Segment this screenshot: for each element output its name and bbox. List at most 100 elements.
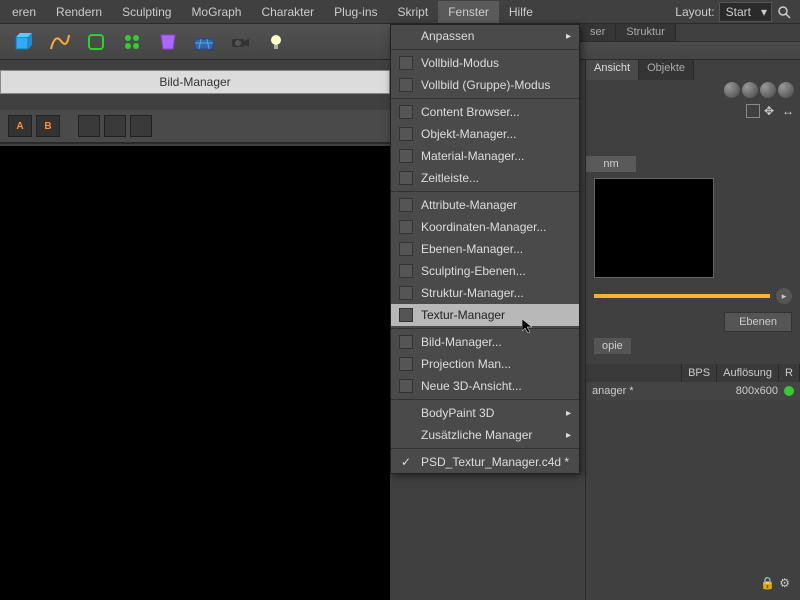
dd-koordinaten-manager[interactable]: Koordinaten-Manager...	[391, 216, 579, 238]
dd-label: Zusätzliche Manager	[421, 428, 532, 442]
layers-icon	[399, 242, 413, 256]
menu-item-sculpting[interactable]: Sculpting	[112, 1, 181, 23]
dd-projection-man[interactable]: Projection Man...	[391, 353, 579, 375]
attribute-icon	[399, 198, 413, 212]
layout-area: Layout: Start	[675, 2, 798, 22]
dd-objekt-manager[interactable]: Objekt-Manager...	[391, 123, 579, 145]
dd-sep	[391, 448, 579, 449]
dd-sep	[391, 328, 579, 329]
b-button[interactable]: B	[36, 115, 60, 137]
row-name: anager *	[586, 382, 724, 400]
menu-item-skript[interactable]: Skript	[388, 1, 439, 23]
preview-box[interactable]	[594, 178, 714, 278]
deformer-tool-icon[interactable]	[154, 28, 182, 56]
channel-icon[interactable]	[104, 115, 126, 137]
dd-sep	[391, 49, 579, 50]
menu-item-hilfe[interactable]: Hilfe	[499, 1, 543, 23]
menu-item-rendern[interactable]: Rendern	[46, 1, 112, 23]
slider-play-icon[interactable]: ▸	[776, 288, 792, 304]
upper-right-tabs: ser Struktur	[580, 24, 800, 42]
sphere-icon[interactable]	[778, 82, 794, 98]
th-bps[interactable]: BPS	[682, 364, 717, 382]
lock-icon[interactable]: 🔒	[760, 576, 775, 590]
a-button[interactable]: A	[8, 115, 32, 137]
dd-anpassen[interactable]: Anpassen	[391, 25, 579, 47]
panel-tool-icons: ✥ ↔	[586, 100, 800, 122]
nurbs-tool-icon[interactable]	[82, 28, 110, 56]
dd-label: Neue 3D-Ansicht...	[421, 379, 522, 393]
dd-material-manager[interactable]: Material-Manager...	[391, 145, 579, 167]
bild-manager-title: Bild-Manager	[0, 70, 390, 94]
dd-textur-manager[interactable]: Textur-Manager	[391, 304, 579, 326]
ebenen-button[interactable]: Ebenen	[724, 312, 792, 332]
cube-tool-icon[interactable]	[10, 28, 38, 56]
dd-ebenen-manager[interactable]: Ebenen-Manager...	[391, 238, 579, 260]
dd-sep	[391, 98, 579, 99]
sphere-icon[interactable]	[724, 82, 740, 98]
dd-zusaetzliche[interactable]: Zusätzliche Manager	[391, 424, 579, 446]
tab-struktur[interactable]: Struktur	[616, 24, 676, 41]
layout-select[interactable]: Start	[719, 2, 772, 22]
structure-icon	[399, 286, 413, 300]
layers-icon[interactable]	[130, 115, 152, 137]
spline-tool-icon[interactable]	[46, 28, 74, 56]
slider-track[interactable]	[594, 294, 770, 298]
menu-item-fenster[interactable]: Fenster	[438, 1, 499, 23]
texture-icon	[399, 308, 413, 322]
th-name[interactable]	[586, 364, 682, 382]
dd-struktur-manager[interactable]: Struktur-Manager...	[391, 282, 579, 304]
move-icon[interactable]: ✥	[764, 104, 778, 118]
th-aufloesung[interactable]: Auflösung	[717, 364, 779, 382]
slider-row: ▸	[586, 284, 800, 308]
histogram-icon[interactable]	[78, 115, 100, 137]
dd-bild-manager[interactable]: Bild-Manager...	[391, 331, 579, 353]
camera-tool-icon[interactable]	[226, 28, 254, 56]
dd-content-browser[interactable]: Content Browser...	[391, 101, 579, 123]
dd-sep	[391, 399, 579, 400]
dd-attribute-manager[interactable]: Attribute-Manager	[391, 194, 579, 216]
gear-icon[interactable]: ⚙	[779, 576, 790, 590]
viewport[interactable]	[0, 146, 390, 600]
th-r[interactable]: R	[779, 364, 800, 382]
dd-vollbild[interactable]: Vollbild-Modus	[391, 52, 579, 74]
dd-neue-3d-ansicht[interactable]: Neue 3D-Ansicht...	[391, 375, 579, 397]
dd-bodypaint[interactable]: BodyPaint 3D	[391, 402, 579, 424]
fullscreen-group-icon	[399, 78, 413, 92]
layout-label: Layout:	[675, 5, 714, 19]
arrow-icon[interactable]: ↔	[782, 104, 796, 118]
light-tool-icon[interactable]	[262, 28, 290, 56]
dd-zeitleiste[interactable]: Zeitleiste...	[391, 167, 579, 189]
search-icon[interactable]	[776, 4, 792, 20]
menubar: eren Rendern Sculpting MoGraph Charakter…	[0, 0, 800, 24]
dd-label: Struktur-Manager...	[421, 286, 524, 300]
dd-label: Objekt-Manager...	[421, 127, 516, 141]
sphere-icon[interactable]	[760, 82, 776, 98]
dd-vollbild-gruppe[interactable]: Vollbild (Gruppe)-Modus	[391, 74, 579, 96]
dd-document[interactable]: ✓PSD_Textur_Manager.c4d *	[391, 451, 579, 473]
menu-item-plugins[interactable]: Plug-ins	[324, 1, 387, 23]
dd-label: Attribute-Manager	[421, 198, 517, 212]
sphere-icon[interactable]	[742, 82, 758, 98]
status-dot-icon	[784, 386, 794, 396]
tab-ansicht[interactable]: Ansicht	[586, 60, 639, 80]
dd-label: Vollbild (Gruppe)-Modus	[421, 78, 550, 92]
floor-tool-icon[interactable]	[190, 28, 218, 56]
fenster-dropdown: Anpassen Vollbild-Modus Vollbild (Gruppe…	[390, 24, 580, 474]
tab-objekte[interactable]: Objekte	[639, 60, 694, 80]
array-tool-icon[interactable]	[118, 28, 146, 56]
menu-item-0[interactable]: eren	[2, 1, 46, 23]
menu-item-charakter[interactable]: Charakter	[251, 1, 324, 23]
picture-icon	[399, 335, 413, 349]
dd-label: Bild-Manager...	[421, 335, 502, 349]
dd-label: Content Browser...	[421, 105, 520, 119]
panel-icon[interactable]	[746, 104, 760, 118]
button-row: Ebenen	[586, 308, 800, 336]
tab-ser[interactable]: ser	[580, 24, 616, 41]
dd-sculpting-ebenen[interactable]: Sculpting-Ebenen...	[391, 260, 579, 282]
material-spheres	[586, 80, 800, 100]
browser-icon	[399, 105, 413, 119]
opie-button[interactable]: opie	[594, 338, 631, 354]
table-row[interactable]: anager * 800x600	[586, 382, 800, 400]
menu-item-mograph[interactable]: MoGraph	[181, 1, 251, 23]
object-icon	[399, 127, 413, 141]
